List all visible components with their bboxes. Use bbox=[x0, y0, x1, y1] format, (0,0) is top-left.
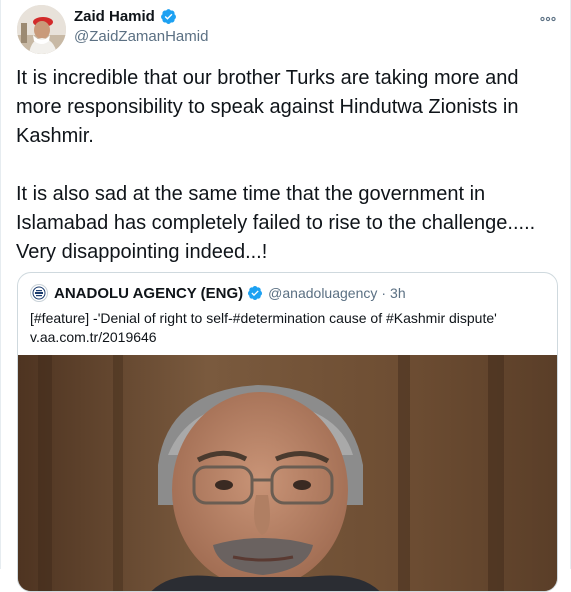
quoted-text-line: [#feature] -'Denial of right to self-#de… bbox=[30, 310, 497, 326]
quoted-author-name[interactable]: ANADOLU AGENCY (ENG) bbox=[54, 285, 243, 302]
verified-badge-icon bbox=[160, 9, 176, 24]
photo-of-man bbox=[18, 355, 557, 591]
author-handle[interactable]: @ZaidZamanHamid bbox=[74, 28, 208, 45]
avatar-image bbox=[17, 5, 66, 54]
quoted-author-handle[interactable]: @anadoluagency bbox=[268, 285, 377, 301]
author-name-text[interactable]: Zaid Hamid bbox=[74, 8, 155, 25]
quoted-verified-badge-icon bbox=[248, 286, 263, 300]
anadolu-agency-logo-icon bbox=[30, 284, 48, 302]
ellipsis-icon bbox=[540, 16, 556, 22]
tweet-text: It is incredible that our brother Turks … bbox=[16, 67, 536, 263]
quoted-timestamp[interactable]: 3h bbox=[390, 285, 406, 301]
quoted-tweet-text: [#feature] -'Denial of right to self-#de… bbox=[30, 309, 545, 347]
author-name[interactable]: Zaid Hamid bbox=[74, 8, 177, 25]
quoted-tweet-photo[interactable] bbox=[18, 355, 557, 591]
tweet-card[interactable]: Zaid Hamid @ZaidZamanHamid It is incredi… bbox=[0, 0, 571, 592]
quoted-tweet-header: ANADOLU AGENCY (ENG) @anadoluagency · 3h bbox=[30, 284, 406, 302]
author-avatar[interactable] bbox=[17, 5, 66, 54]
more-options-icon[interactable] bbox=[540, 10, 556, 25]
quoted-link[interactable]: v.aa.com.tr/2019646 bbox=[30, 328, 545, 347]
quoted-tweet[interactable]: ANADOLU AGENCY (ENG) @anadoluagency · 3h… bbox=[17, 272, 558, 592]
quoted-separator: · bbox=[381, 285, 387, 301]
